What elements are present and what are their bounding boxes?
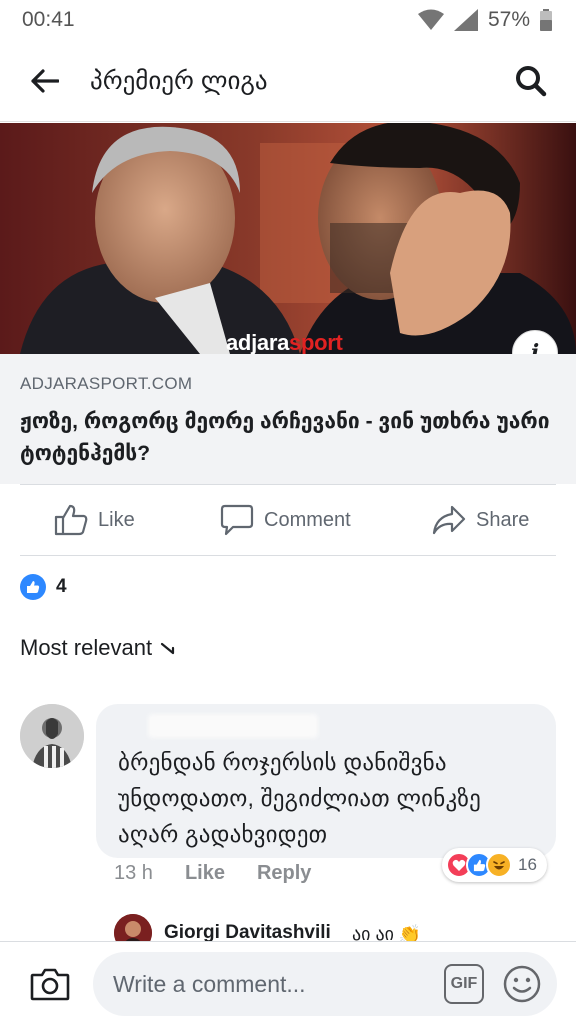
thumbs-up-icon: [54, 504, 88, 536]
author-name-blur: [148, 714, 318, 738]
post-action-bar: Like Comment Share: [20, 484, 556, 556]
comment-like-button[interactable]: Like: [185, 862, 225, 885]
comment-author-redacted[interactable]: [118, 714, 536, 744]
like-label: Like: [98, 508, 135, 531]
search-button[interactable]: [504, 54, 558, 108]
like-button[interactable]: Like: [54, 504, 135, 536]
sort-label: Most relevant: [20, 635, 153, 660]
article-image[interactable]: [0, 123, 576, 354]
commenter-avatar[interactable]: [20, 704, 84, 768]
comment-sort-dropdown[interactable]: Most relevant: [20, 635, 176, 661]
comment-label: Comment: [264, 508, 351, 531]
status-bar: 00:41 57%: [0, 0, 576, 40]
link-preview-card[interactable]: ADJARASPORT.COM ჟოზე, როგორც მეორე არჩევ…: [0, 354, 576, 484]
battery-percent: 57%: [487, 8, 530, 31]
like-reaction-icon: [20, 574, 46, 600]
article-photo: [0, 123, 576, 354]
share-label: Share: [476, 508, 530, 531]
comment-time: 13 h: [114, 862, 153, 884]
share-arrow-icon: [432, 505, 466, 535]
back-button[interactable]: [18, 54, 72, 108]
comment-input[interactable]: Write a comment...: [93, 952, 557, 1016]
comment-text: ბრენდან როჯერსის დანიშვნა უნდოდათო, შეგი…: [118, 749, 481, 847]
comment-reactions[interactable]: 16: [442, 848, 547, 882]
comment-bubble[interactable]: ბრენდან როჯერსის დანიშვნა უნდოდათო, შეგი…: [96, 704, 556, 858]
page-title: პრემიერ ლიგა: [90, 66, 268, 95]
emoji-button[interactable]: [502, 964, 542, 1004]
comment-bubble-icon: [220, 504, 254, 536]
back-arrow-icon: [31, 68, 59, 93]
comment-reply-button[interactable]: Reply: [257, 862, 311, 885]
brand-part-sport: sport: [289, 330, 343, 355]
smiley-icon: [503, 965, 541, 1003]
comment-composer: Write a comment... GIF: [0, 941, 576, 1024]
share-button[interactable]: Share: [432, 505, 529, 535]
gif-button[interactable]: GIF: [444, 964, 484, 1004]
app-header: პრემიერ ლიგა: [0, 40, 576, 122]
brand-watermark: adjarasport: [226, 330, 343, 356]
camera-button[interactable]: [26, 962, 74, 1006]
brand-part-adjara: adjara: [226, 330, 290, 355]
reactions-summary[interactable]: 4: [20, 574, 67, 600]
reaction-count: 4: [56, 576, 67, 597]
wifi-icon: [417, 9, 444, 30]
status-time: 00:41: [22, 8, 75, 31]
comment-reaction-count: 16: [518, 855, 537, 874]
camera-icon: [30, 968, 70, 1001]
sort-arrow-icon: [160, 642, 175, 655]
search-icon: [516, 65, 547, 96]
haha-reaction-icon: [486, 852, 512, 878]
comment-button[interactable]: Comment: [220, 504, 351, 536]
link-title: ჟოზე, როგორც მეორე არჩევანი - ვინ უთხრა …: [20, 410, 550, 465]
battery-icon: [540, 9, 552, 31]
link-domain: ADJARASPORT.COM: [20, 374, 193, 393]
status-icons: 57%: [417, 8, 552, 32]
signal-icon: [453, 9, 478, 31]
comment-meta: 13 h Like Reply: [114, 862, 311, 885]
